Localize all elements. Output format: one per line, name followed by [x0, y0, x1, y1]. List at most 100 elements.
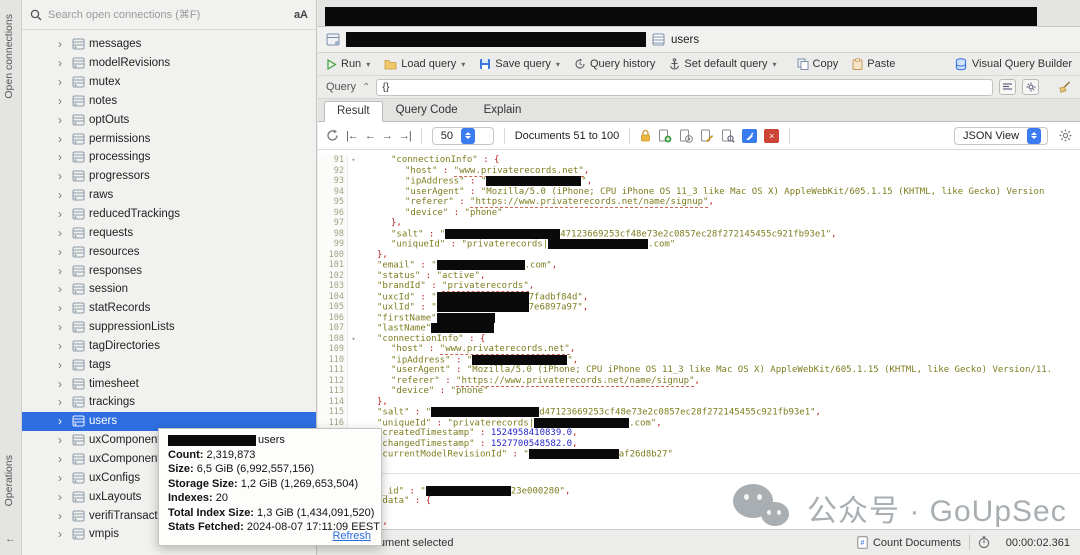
query-settings-icon[interactable] [1022, 79, 1039, 95]
search-placeholder[interactable]: Search open connections (⌘F) [48, 8, 294, 21]
count-documents-button[interactable]: # Count Documents [857, 536, 961, 549]
code-line[interactable]: 107"lastName" [318, 323, 1080, 334]
sidebar-item-requests[interactable]: ›requests [22, 223, 316, 242]
chevron-right-icon[interactable]: › [58, 452, 72, 466]
code-line[interactable]: 102"status" : "active", [318, 271, 1080, 282]
chevron-right-icon[interactable]: › [58, 207, 72, 221]
code-line[interactable]: 112"referer" : "https://www.privaterecor… [318, 376, 1080, 387]
code-line[interactable]: 96"device" : "phone" [318, 208, 1080, 219]
collapse-arrow-icon[interactable]: ← [5, 533, 16, 545]
code-line[interactable]: 111"userAgent" : "Mozilla/5.0 (iPhone; C… [318, 365, 1080, 376]
code-line[interactable]: 110"ipAddress" : "", [318, 355, 1080, 366]
sidebar-item-modelRevisions[interactable]: ›modelRevisions [22, 54, 316, 73]
tab-operations[interactable]: Operations [3, 455, 15, 506]
chevron-right-icon[interactable]: › [58, 264, 72, 278]
chevron-right-icon[interactable]: › [58, 56, 72, 70]
sidebar-item-suppressionLists[interactable]: ›suppressionLists [22, 318, 316, 337]
code-line[interactable]: 95"referer" : "https://www.privaterecord… [318, 197, 1080, 208]
code-line[interactable]: 103"brandId" : "privaterecords", [318, 281, 1080, 292]
sidebar-item-statRecords[interactable]: ›statRecords [22, 299, 316, 318]
refresh-stats-link[interactable]: Refresh [332, 530, 371, 542]
query-input[interactable]: {} [376, 79, 993, 96]
sidebar-item-responses[interactable]: ›responses [22, 261, 316, 280]
code-line[interactable]: 101"email" : ".com", [318, 260, 1080, 271]
duplicate-document-icon[interactable] [679, 129, 693, 143]
paste-button[interactable]: Paste [852, 58, 895, 70]
fold-toggle-icon[interactable]: ▾ [348, 334, 359, 345]
sidebar-item-notes[interactable]: ›notes [22, 92, 316, 111]
copy-button[interactable]: Copy [797, 58, 839, 70]
code-line[interactable]: 97}, [318, 218, 1080, 229]
format-query-icon[interactable] [999, 79, 1016, 95]
result-settings-gear-icon[interactable] [1059, 129, 1072, 142]
query-history-button[interactable]: Query history [574, 58, 655, 70]
json-result-view[interactable]: 91▾"connectionInfo" : {92"host" : "www.p… [318, 150, 1080, 529]
chevron-right-icon[interactable]: › [58, 245, 72, 259]
code-line[interactable]: 109"host" : "www.privaterecords.net", [318, 344, 1080, 355]
code-line[interactable]: 93"ipAddress" : "", [318, 176, 1080, 187]
match-case-toggle[interactable]: aA [294, 9, 308, 21]
fold-toggle-icon[interactable]: ▾ [348, 155, 359, 166]
sidebar-search[interactable]: Search open connections (⌘F) aA [22, 0, 316, 30]
tab-query-code[interactable]: Query Code [383, 100, 471, 121]
first-page-icon[interactable]: |← [346, 130, 358, 142]
chevron-right-icon[interactable]: › [58, 527, 72, 541]
sidebar-item-resources[interactable]: ›resources [22, 242, 316, 261]
code-line[interactable]: 98"salt" : "47123669253cf48e73e2c0857ec2… [318, 229, 1080, 240]
code-line[interactable]: 100}, [318, 250, 1080, 261]
chevron-right-icon[interactable]: › [58, 433, 72, 447]
code-line[interactable]: 108▾"connectionInfo" : { [318, 334, 1080, 345]
code-line[interactable]: 117"createdTimestamp" : 1524958410839.0, [318, 428, 1080, 439]
sidebar-item-trackings[interactable]: ›trackings [22, 393, 316, 412]
sidebar-item-timesheet[interactable]: ›timesheet [22, 374, 316, 393]
edit-document-icon[interactable] [700, 129, 714, 143]
chevron-right-icon[interactable]: › [58, 150, 72, 164]
sidebar-item-messages[interactable]: ›messages [22, 35, 316, 54]
code-line[interactable]: 114}, [318, 397, 1080, 408]
code-line[interactable]: 119"currentModelRevisionId" : "af26d8b27… [318, 449, 1080, 460]
last-page-icon[interactable]: →| [399, 130, 411, 142]
sidebar-item-mutex[interactable]: ›mutex [22, 73, 316, 92]
chevron-right-icon[interactable]: › [58, 226, 72, 240]
code-line[interactable]: 92"host" : "www.privaterecords.net", [318, 166, 1080, 177]
tab-result[interactable]: Result [324, 101, 383, 122]
sidebar-item-permissions[interactable]: ›permissions [22, 129, 316, 148]
refresh-results-icon[interactable] [326, 129, 339, 142]
chevron-right-icon[interactable]: › [58, 75, 72, 89]
inline-edit-icon[interactable] [742, 129, 757, 143]
sidebar-item-tagDirectories[interactable]: ›tagDirectories [22, 337, 316, 356]
view-mode-select[interactable]: JSON View [954, 127, 1048, 145]
chevron-right-icon[interactable]: › [58, 471, 72, 485]
chevron-right-icon[interactable]: › [58, 94, 72, 108]
tab-open-connections[interactable]: Open connections [3, 14, 15, 99]
save-query-button[interactable]: Save query▾ [479, 58, 560, 70]
view-document-icon[interactable] [721, 129, 735, 143]
chevron-right-icon[interactable]: › [58, 490, 72, 504]
sidebar-item-progressors[interactable]: ›progressors [22, 167, 316, 186]
sidebar-item-processings[interactable]: ›processings [22, 148, 316, 167]
connection-tab-bar[interactable] [318, 0, 1080, 27]
chevron-right-icon[interactable]: › [58, 358, 72, 372]
chevron-right-icon[interactable]: › [58, 169, 72, 183]
chevron-right-icon[interactable]: › [58, 113, 72, 127]
code-line[interactable]: 94"userAgent" : "Mozilla/5.0 (iPhone; CP… [318, 187, 1080, 198]
code-line[interactable]: 115"salt" : "d47123669253cf48e73e2c0857e… [318, 407, 1080, 418]
chevron-right-icon[interactable]: › [58, 395, 72, 409]
code-line[interactable]: 104"uxcId" : "7fadbf84d", [318, 292, 1080, 303]
load-query-button[interactable]: Load query▾ [384, 58, 465, 70]
add-document-icon[interactable] [658, 129, 672, 143]
chevron-right-icon[interactable]: › [58, 377, 72, 391]
clear-query-broom-icon[interactable] [1055, 79, 1072, 95]
tab-explain[interactable]: Explain [471, 100, 535, 121]
chevron-right-icon[interactable]: › [58, 188, 72, 202]
sidebar-item-session[interactable]: ›session [22, 280, 316, 299]
code-line[interactable]: 116"uniqueId" : "privaterecords|.com", [318, 418, 1080, 429]
prev-page-icon[interactable]: ← [365, 130, 375, 142]
next-page-icon[interactable]: → [382, 130, 392, 142]
code-line[interactable]: 106"firstName" [318, 313, 1080, 324]
page-size-select[interactable]: 50 [432, 127, 494, 145]
chevron-right-icon[interactable]: › [58, 339, 72, 353]
chevron-right-icon[interactable]: › [58, 414, 72, 428]
chevron-right-icon[interactable]: › [58, 37, 72, 51]
code-line[interactable]: 113"device" : "phone" [318, 386, 1080, 397]
